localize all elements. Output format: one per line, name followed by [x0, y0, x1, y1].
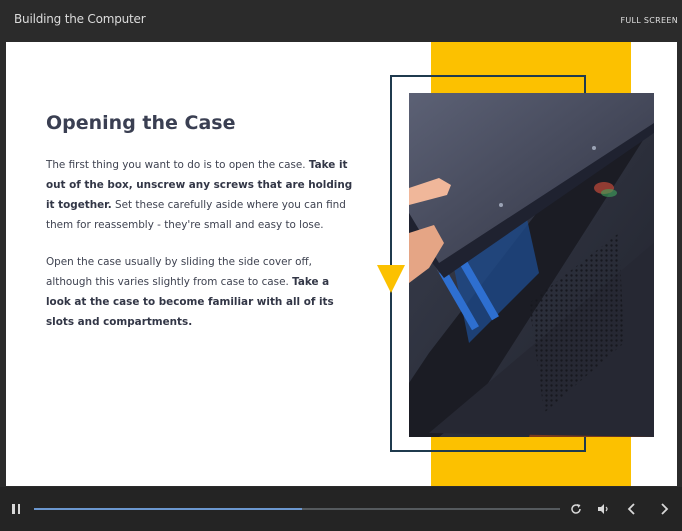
replay-icon	[571, 504, 581, 514]
computer-case-illustration	[409, 93, 654, 437]
chevron-left-icon	[627, 503, 635, 515]
course-title: Building the Computer	[14, 12, 146, 26]
paragraph-1-text-a: The first thing you want to do is to ope…	[46, 159, 309, 171]
progress-fill	[34, 508, 303, 510]
computer-case-photo	[409, 93, 654, 437]
fullscreen-button[interactable]: FULL SCREEN	[620, 16, 678, 25]
paragraph-2-text-a: Open the case usually by sliding the sid…	[46, 256, 312, 288]
previous-button[interactable]	[624, 500, 640, 518]
triangle-marker	[377, 265, 405, 293]
slide: Opening the Case The first thing you wan…	[6, 42, 677, 486]
chevron-right-icon	[661, 503, 669, 515]
pause-icon-bar	[17, 504, 20, 514]
volume-icon	[598, 504, 608, 514]
replay-button[interactable]	[569, 500, 583, 518]
paragraph-1: The first thing you want to do is to ope…	[46, 155, 356, 235]
progress-bar[interactable]	[34, 508, 560, 510]
player-controls	[0, 487, 682, 531]
next-button[interactable]	[656, 500, 672, 518]
pause-icon	[12, 504, 15, 514]
slide-heading: Opening the Case	[46, 112, 236, 134]
volume-button[interactable]	[596, 500, 612, 518]
paragraph-2: Open the case usually by sliding the sid…	[46, 252, 356, 332]
top-bar: Building the Computer FULL SCREEN	[0, 0, 682, 42]
pause-button[interactable]	[8, 501, 24, 517]
